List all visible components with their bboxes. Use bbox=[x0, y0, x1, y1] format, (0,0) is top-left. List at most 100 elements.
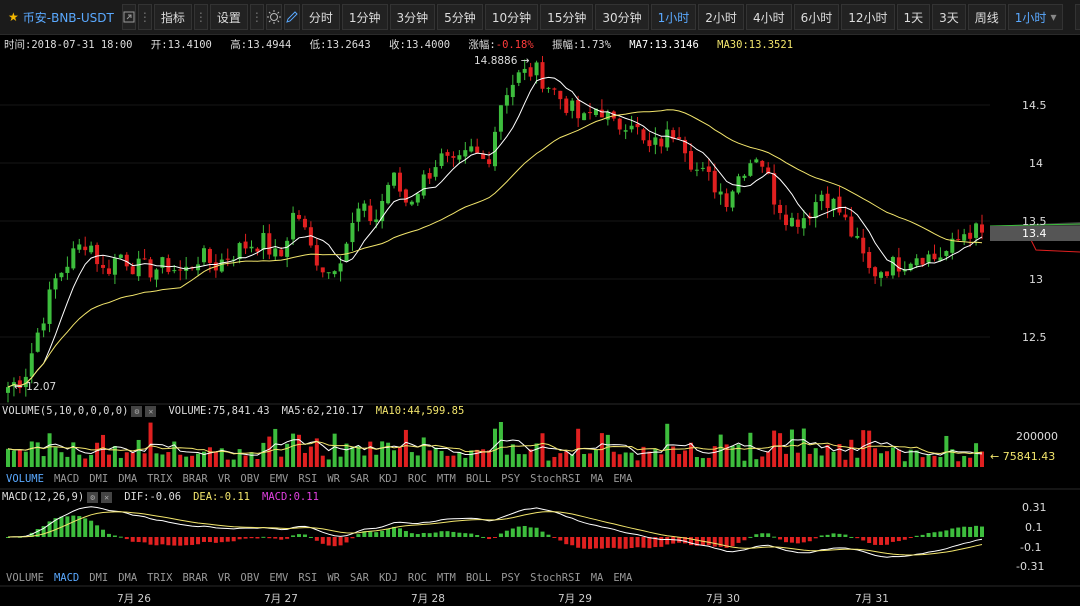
macd-bar bbox=[338, 537, 343, 546]
indicator-tab[interactable]: OBV bbox=[240, 572, 259, 584]
volume-bar bbox=[843, 459, 848, 467]
candle-body bbox=[706, 166, 711, 172]
indicator-tab[interactable]: BRAR bbox=[182, 572, 207, 584]
macd-bar bbox=[356, 534, 361, 537]
indicator-tab[interactable]: DMI bbox=[89, 473, 108, 485]
indicator-tab[interactable]: VR bbox=[218, 572, 231, 584]
candle-body bbox=[112, 258, 117, 275]
macd-bar bbox=[439, 531, 444, 537]
macd-bar bbox=[83, 518, 88, 537]
indicator-tab[interactable]: TRIX bbox=[147, 572, 172, 584]
volume-bar bbox=[867, 430, 872, 467]
indicator-tab[interactable]: OBV bbox=[240, 473, 259, 485]
macd-y-tick-2: -0.1 bbox=[1020, 541, 1041, 554]
candle-body bbox=[801, 218, 806, 229]
macd-bar bbox=[772, 536, 777, 538]
close-icon[interactable]: ✕ bbox=[145, 405, 157, 417]
indicator-tab[interactable]: SAR bbox=[350, 572, 369, 584]
macd-bar bbox=[742, 537, 747, 541]
indicator-tab[interactable]: VR bbox=[218, 473, 231, 485]
macd-bar bbox=[825, 534, 830, 537]
indicator-tab[interactable]: ROC bbox=[408, 572, 427, 584]
indicator-tab[interactable]: RSI bbox=[298, 572, 317, 584]
macd-bar bbox=[368, 531, 373, 537]
indicator-tab[interactable]: TRIX bbox=[147, 473, 172, 485]
indicator-tab[interactable]: DMA bbox=[118, 572, 137, 584]
indicator-tab[interactable]: EMV bbox=[269, 473, 288, 485]
kline-chart[interactable]: 14.5 14 13.5 13 12.5 13.4 14.8886 → ← 12… bbox=[0, 0, 1080, 606]
macd-bar bbox=[243, 537, 248, 539]
candle-body bbox=[772, 173, 777, 205]
macd-bar bbox=[605, 537, 610, 548]
indicator-tab[interactable]: EMA bbox=[613, 572, 632, 584]
volume-bar bbox=[487, 450, 492, 467]
volume-bar bbox=[439, 450, 444, 467]
indicator-tab[interactable]: MTM bbox=[437, 572, 456, 584]
volume-bar bbox=[225, 459, 230, 467]
candle-body bbox=[350, 222, 355, 243]
candle-body bbox=[932, 253, 937, 260]
indicator-tab[interactable]: EMA bbox=[613, 473, 632, 485]
indicator-tab[interactable]: PSY bbox=[501, 473, 520, 485]
candle-body bbox=[623, 130, 628, 132]
macd-bar bbox=[617, 537, 622, 549]
indicator-tabs-1: VOLUME MACD DMI DMA TRIX BRAR VR OBV EMV RSI WR SAR… bbox=[6, 473, 642, 485]
volume-bar bbox=[914, 450, 919, 467]
candle-body bbox=[736, 176, 741, 193]
macd-bar bbox=[819, 535, 824, 537]
indicator-tab[interactable]: DMA bbox=[118, 473, 137, 485]
volume-bar bbox=[706, 457, 711, 467]
indicator-tab[interactable]: KDJ bbox=[379, 473, 398, 485]
indicator-tab[interactable]: MACD bbox=[54, 473, 79, 485]
volume-bar bbox=[837, 444, 842, 467]
candle-body bbox=[487, 159, 492, 165]
indicator-tab[interactable]: MTM bbox=[437, 473, 456, 485]
indicator-tab[interactable]: StochRSI bbox=[530, 572, 581, 584]
macd-bar bbox=[326, 537, 331, 546]
volume-bar bbox=[59, 452, 64, 467]
volume-bar bbox=[552, 456, 557, 467]
candle-body bbox=[83, 246, 88, 251]
candle-body bbox=[249, 246, 254, 249]
indicator-tab[interactable]: PSY bbox=[501, 572, 520, 584]
candle-body bbox=[101, 264, 106, 268]
volume-bar bbox=[742, 460, 747, 467]
volume-bar bbox=[819, 455, 824, 467]
volume-bar bbox=[279, 456, 284, 467]
indicator-tab[interactable]: DMI bbox=[89, 572, 108, 584]
indicator-tab[interactable]: StochRSI bbox=[530, 473, 581, 485]
indicator-tab[interactable]: ROC bbox=[408, 473, 427, 485]
macd-bar bbox=[350, 537, 355, 539]
indicator-tab[interactable]: BRAR bbox=[182, 473, 207, 485]
indicator-tab[interactable]: EMV bbox=[269, 572, 288, 584]
settings-icon[interactable]: ⚙ bbox=[87, 491, 99, 503]
candle-body bbox=[558, 90, 563, 100]
indicator-tab[interactable]: MA bbox=[591, 572, 604, 584]
candle-body bbox=[647, 140, 652, 147]
indicator-tab[interactable]: BOLL bbox=[466, 572, 491, 584]
candle-body bbox=[273, 248, 278, 257]
indicator-tab[interactable]: RSI bbox=[298, 473, 317, 485]
macd-bar bbox=[142, 537, 147, 543]
macd-bar bbox=[415, 534, 420, 537]
macd-bar bbox=[593, 537, 598, 549]
indicator-tab[interactable]: KDJ bbox=[379, 572, 398, 584]
volume-bar bbox=[457, 452, 462, 467]
indicator-tab[interactable]: MA bbox=[591, 473, 604, 485]
close-icon[interactable]: ✕ bbox=[101, 491, 113, 503]
macd-bar bbox=[273, 537, 278, 539]
candle-body bbox=[694, 169, 699, 171]
settings-icon[interactable]: ⚙ bbox=[131, 405, 143, 417]
volume-bar bbox=[855, 457, 860, 467]
indicator-tab[interactable]: MACD bbox=[54, 572, 79, 584]
indicator-tab[interactable]: WR bbox=[327, 473, 340, 485]
indicator-tab[interactable]: SAR bbox=[350, 473, 369, 485]
indicator-tab[interactable]: VOLUME bbox=[6, 473, 44, 485]
macd-bar bbox=[451, 531, 456, 537]
indicator-tab[interactable]: BOLL bbox=[466, 473, 491, 485]
macd-bar bbox=[160, 537, 165, 545]
macd-bar bbox=[635, 537, 640, 548]
indicator-tab[interactable]: VOLUME bbox=[6, 572, 44, 584]
volume-bar bbox=[320, 455, 325, 467]
indicator-tab[interactable]: WR bbox=[327, 572, 340, 584]
